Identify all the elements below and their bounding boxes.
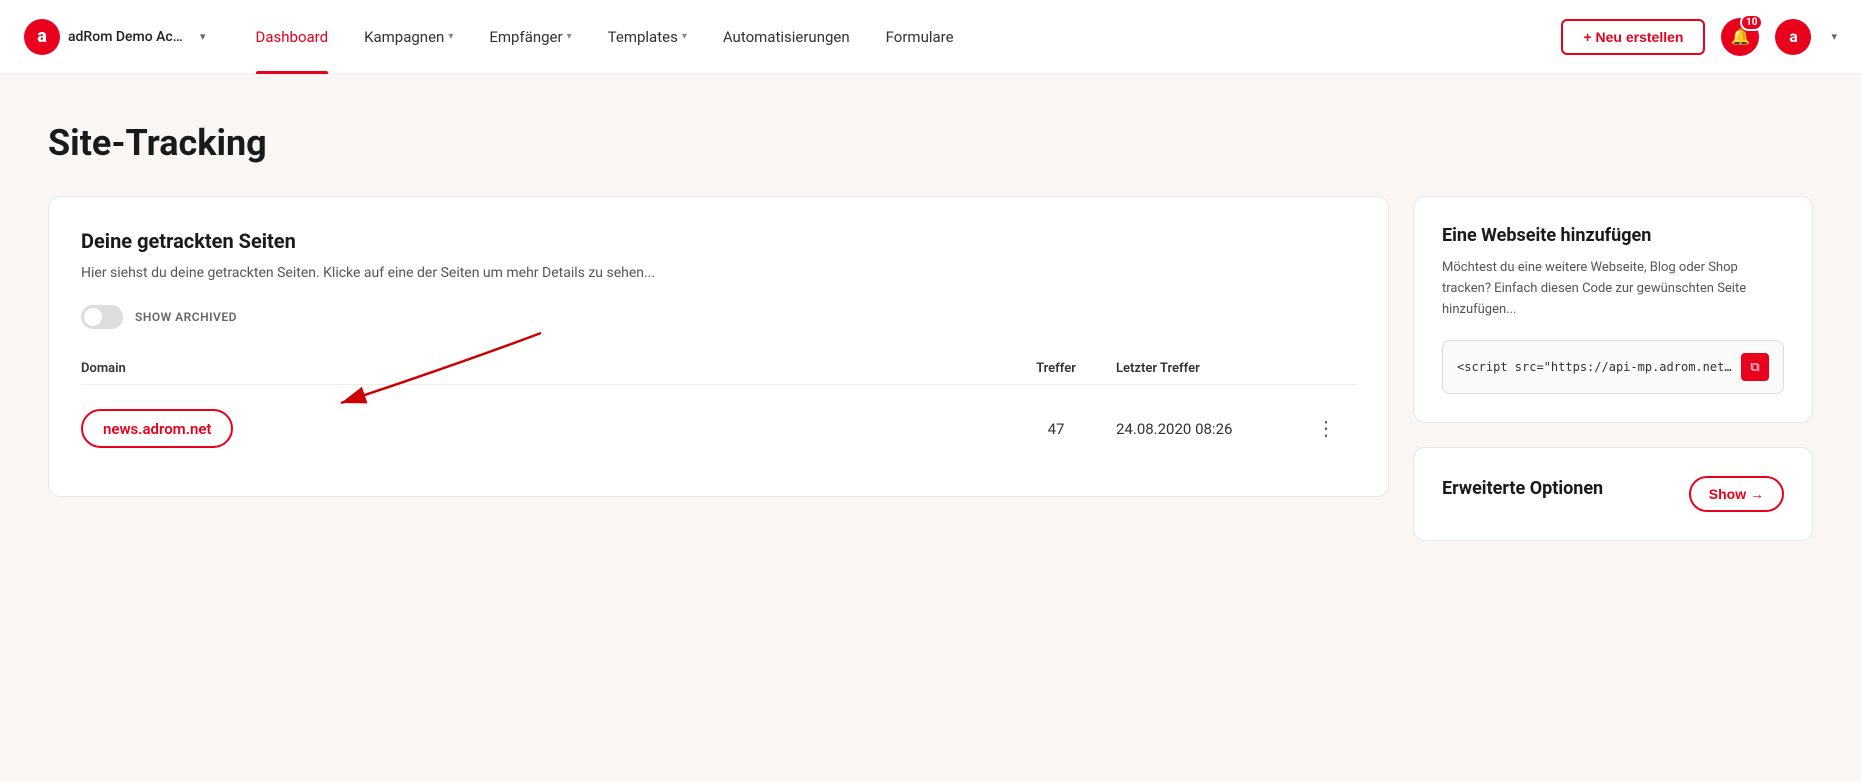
table-row: news.adrom.net 47 24.08.2020 08:26 ⋮ xyxy=(81,393,1356,464)
table-header: Domain Treffer Letzter Treffer xyxy=(81,353,1356,385)
erweiterte-card: Erweiterte Optionen Show → xyxy=(1413,447,1813,541)
nav-kampagnen[interactable]: Kampagnen ▾ xyxy=(346,0,471,74)
toggle-label: SHOW ARCHIVED xyxy=(135,310,237,324)
kampagnen-chevron-icon: ▾ xyxy=(448,31,453,42)
user-chevron-icon[interactable]: ▾ xyxy=(1831,30,1837,43)
nav-empfanger[interactable]: Empfänger ▾ xyxy=(471,0,589,74)
nav-right: + Neu erstellen 🔔 10 a ▾ xyxy=(1561,18,1837,56)
col-domain: Domain xyxy=(81,361,996,376)
copy-icon: ⧉ xyxy=(1750,359,1759,375)
domain-circle: news.adrom.net xyxy=(81,409,233,448)
script-text: <script src="https://api-mp.adrom.net/tr… xyxy=(1457,360,1733,374)
nav-automatisierungen[interactable]: Automatisierungen xyxy=(705,0,868,74)
copy-button[interactable]: ⧉ xyxy=(1741,353,1769,381)
templates-chevron-icon: ▾ xyxy=(682,31,687,42)
col-letzter: Letzter Treffer xyxy=(1116,361,1316,376)
add-website-card: Eine Webseite hinzufügen Möchtest du ein… xyxy=(1413,196,1813,423)
table-wrap: Domain Treffer Letzter Treffer news.adro… xyxy=(81,353,1356,464)
add-website-desc: Möchtest du eine weitere Webseite, Blog … xyxy=(1442,258,1784,320)
main-content: Site-Tracking Deine getrackten Seiten Hi… xyxy=(0,74,1861,573)
content-grid: Deine getrackten Seiten Hier siehst du d… xyxy=(48,196,1813,541)
right-column: Eine Webseite hinzufügen Möchtest du ein… xyxy=(1413,196,1813,541)
nav-links: Dashboard Kampagnen ▾ Empfänger ▾ Templa… xyxy=(238,0,1562,74)
show-archived-toggle[interactable] xyxy=(81,305,123,329)
letzter-treffer-cell: 24.08.2020 08:26 xyxy=(1116,420,1316,438)
row-more-button[interactable]: ⋮ xyxy=(1316,416,1336,441)
tracked-pages-desc: Hier siehst du deine getrackten Seiten. … xyxy=(81,265,1356,281)
navbar: a adRom Demo Acc... ▾ Dashboard Kampagne… xyxy=(0,0,1861,74)
logo-wrap[interactable]: a adRom Demo Acc... ▾ xyxy=(24,19,206,55)
empfanger-chevron-icon: ▾ xyxy=(567,31,572,42)
domain-link[interactable]: news.adrom.net xyxy=(103,420,211,438)
row-actions-cell: ⋮ xyxy=(1316,416,1356,441)
notification-count: 10 xyxy=(1740,14,1763,31)
domain-cell: news.adrom.net xyxy=(81,409,996,448)
erweiterte-title: Erweiterte Optionen xyxy=(1442,478,1603,499)
tracked-pages-card: Deine getrackten Seiten Hier siehst du d… xyxy=(48,196,1389,497)
notification-button[interactable]: 🔔 10 xyxy=(1721,18,1759,56)
toggle-row: SHOW ARCHIVED xyxy=(81,305,1356,329)
add-website-title: Eine Webseite hinzufügen xyxy=(1442,225,1784,246)
nav-formulare[interactable]: Formulare xyxy=(868,0,972,74)
page-title: Site-Tracking xyxy=(48,122,1813,164)
account-name: adRom Demo Acc... xyxy=(68,29,188,45)
account-chevron-icon[interactable]: ▾ xyxy=(200,30,206,43)
notification-wrap[interactable]: 🔔 10 xyxy=(1721,18,1759,56)
user-avatar[interactable]: a xyxy=(1775,19,1811,55)
col-treffer: Treffer xyxy=(996,361,1116,376)
nav-dashboard[interactable]: Dashboard xyxy=(238,0,347,74)
erweiterte-row: Erweiterte Optionen Show → xyxy=(1442,476,1784,512)
nav-templates[interactable]: Templates ▾ xyxy=(590,0,705,74)
new-button[interactable]: + Neu erstellen xyxy=(1561,19,1705,55)
show-button[interactable]: Show → xyxy=(1689,476,1784,512)
tracked-pages-title: Deine getrackten Seiten xyxy=(81,229,1356,253)
col-actions xyxy=(1316,361,1356,376)
script-box: <script src="https://api-mp.adrom.net/tr… xyxy=(1442,340,1784,394)
treffer-cell: 47 xyxy=(996,420,1116,438)
brand-logo: a xyxy=(24,19,60,55)
